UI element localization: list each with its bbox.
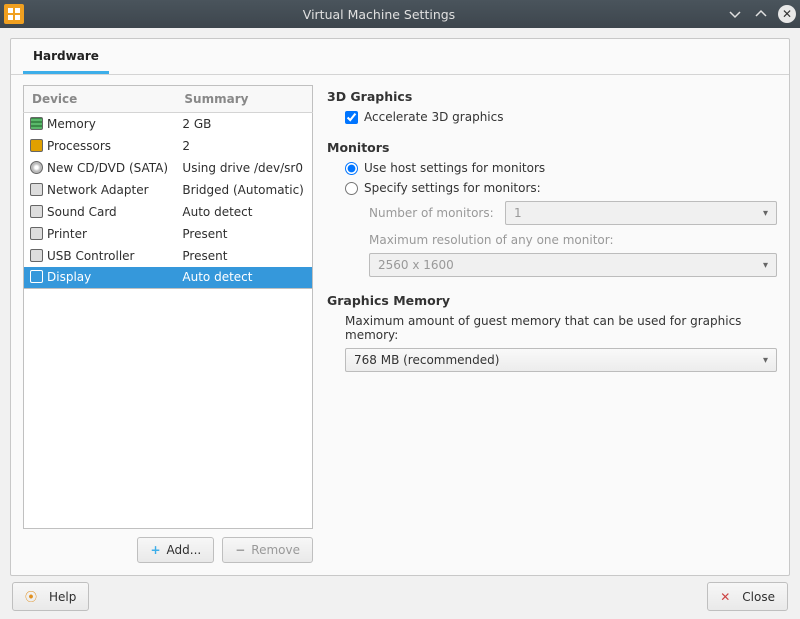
max-resolution-label: Maximum resolution of any one monitor: [369,233,614,247]
app-icon [4,4,24,24]
minus-icon: − [235,543,245,557]
cd-icon [30,161,43,174]
device-row-printer[interactable]: Printer Present [24,223,313,245]
plus-icon: + [150,543,160,557]
col-summary[interactable]: Summary [176,86,312,113]
device-row-usb[interactable]: USB Controller Present [24,245,313,267]
device-row-network[interactable]: Network Adapter Bridged (Automatic) [24,179,313,201]
device-name: Memory [47,117,96,131]
device-row-memory[interactable]: Memory 2 GB [24,113,313,135]
device-summary: 2 [176,135,312,157]
device-row-cd[interactable]: New CD/DVD (SATA) Using drive /dev/sr0 [24,157,313,179]
tab-hardware[interactable]: Hardware [23,39,109,74]
device-summary: Present [176,245,312,267]
specify-radio[interactable] [345,182,358,195]
use-host-label: Use host settings for monitors [364,161,545,175]
device-summary: 2 GB [176,113,312,135]
device-summary: Present [176,223,312,245]
window-title: Virtual Machine Settings [32,7,726,22]
col-device[interactable]: Device [24,86,177,113]
device-row-display[interactable]: Display Auto detect [24,267,313,289]
chevron-down-icon: ▾ [763,260,768,271]
help-button-label: Help [49,590,76,604]
device-name: Display [47,270,91,284]
section-graphics-memory: Graphics Memory [327,293,777,308]
sound-icon [30,205,43,218]
device-name: Printer [47,227,87,241]
close-button[interactable]: Close [707,582,788,611]
device-summary: Auto detect [176,267,312,289]
help-button[interactable]: Help [12,582,89,611]
window-maximize-icon[interactable] [752,5,770,23]
settings-card: Hardware Device Summary Memory 2 [10,38,790,576]
accelerate-3d-row[interactable]: Accelerate 3D graphics [345,110,777,124]
specify-label: Specify settings for monitors: [364,181,541,195]
accelerate-3d-checkbox[interactable] [345,111,358,124]
chevron-down-icon: ▾ [763,355,768,366]
specify-row[interactable]: Specify settings for monitors: [345,181,777,195]
device-summary: Using drive /dev/sr0 [176,157,312,179]
titlebar: Virtual Machine Settings ✕ [0,0,800,28]
graphics-memory-select[interactable]: 768 MB (recommended) ▾ [345,348,777,372]
usb-icon [30,249,43,262]
num-monitors-select: 1 ▾ [505,201,777,225]
graphics-memory-label: Maximum amount of guest memory that can … [345,314,777,342]
use-host-row[interactable]: Use host settings for monitors [345,161,777,175]
section-monitors: Monitors [327,140,777,155]
display-icon [30,270,43,283]
device-summary: Auto detect [176,201,312,223]
device-row-sound[interactable]: Sound Card Auto detect [24,201,313,223]
num-monitors-value: 1 [514,206,522,220]
window-close-icon[interactable]: ✕ [778,5,796,23]
device-name: Sound Card [47,205,117,219]
cpu-icon [30,139,43,152]
help-icon [25,588,43,605]
device-name: USB Controller [47,249,134,263]
device-summary: Bridged (Automatic) [176,179,312,201]
tab-bar: Hardware [11,39,789,75]
device-list-padding [23,289,313,529]
num-monitors-label: Number of monitors: [369,206,499,220]
remove-button-label: Remove [251,543,300,557]
accelerate-3d-label: Accelerate 3D graphics [364,110,503,124]
close-button-label: Close [742,590,775,604]
use-host-radio[interactable] [345,162,358,175]
device-name: Network Adapter [47,183,149,197]
add-button[interactable]: + Add... [137,537,214,563]
device-name: New CD/DVD (SATA) [47,161,168,175]
max-resolution-select: 2560 x 1600 ▾ [369,253,777,277]
device-name: Processors [47,139,111,153]
network-icon [30,183,43,196]
max-resolution-value: 2560 x 1600 [378,258,454,272]
window-minimize-icon[interactable] [726,5,744,23]
chevron-down-icon: ▾ [763,208,768,219]
section-3d-graphics: 3D Graphics [327,89,777,104]
add-button-label: Add... [167,543,202,557]
printer-icon [30,227,43,240]
device-row-processors[interactable]: Processors 2 [24,135,313,157]
close-icon [720,590,736,604]
remove-button[interactable]: −Remove [222,537,313,563]
memory-icon [30,117,43,130]
graphics-memory-value: 768 MB (recommended) [354,353,499,367]
device-list[interactable]: Device Summary Memory 2 GB Processors 2 [23,85,313,289]
